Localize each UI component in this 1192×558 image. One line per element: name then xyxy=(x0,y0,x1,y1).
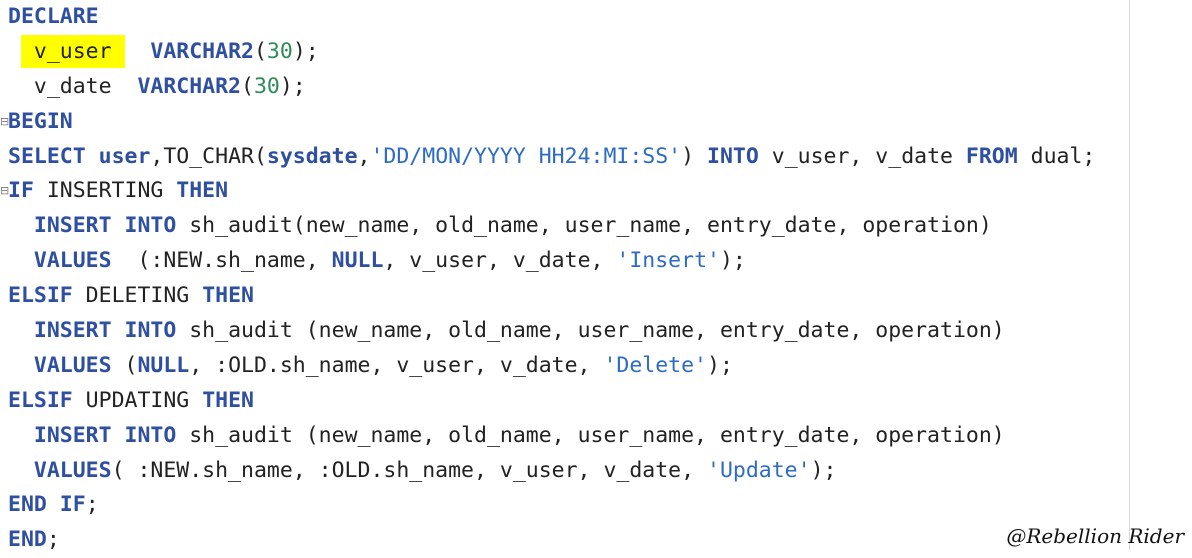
keyword-token: VARCHAR2 xyxy=(150,38,254,64)
keyword-token: INSERT xyxy=(33,213,112,239)
code-token: , :OLD.sh_name, v_user, v_date, xyxy=(189,352,604,378)
code-token: ); xyxy=(810,457,837,483)
keyword-token: INSERT xyxy=(33,318,112,344)
code-token: , v_user, v_date, xyxy=(383,248,617,274)
keyword-token: BEGIN xyxy=(8,108,73,134)
code-token: ) xyxy=(681,143,708,169)
code-token: ; xyxy=(85,492,99,518)
code-line[interactable]: ⊟ BEGIN xyxy=(0,105,1095,140)
keyword-token: sysdate xyxy=(266,143,358,169)
right-margin-line xyxy=(1129,0,1130,550)
string-token: 'Update' xyxy=(707,457,811,483)
keyword-token: IF xyxy=(8,178,34,204)
code-line[interactable]: ELSIF DELETING THEN xyxy=(8,279,1095,314)
code-line[interactable]: VALUES (NULL, :OLD.sh_name, v_user, v_da… xyxy=(8,349,1095,384)
keyword-token: FROM xyxy=(965,143,1018,169)
code-editor[interactable]: DECLARE v_user VARCHAR2(30); v_date VARC… xyxy=(0,0,1192,552)
code-token: v_date xyxy=(8,73,138,99)
code-token: sh_audit (new_name, old_name, user_name,… xyxy=(176,318,1005,344)
keyword-token: VALUES xyxy=(33,457,112,483)
keyword-token: INTO xyxy=(124,422,177,448)
code-token: DELETING xyxy=(72,283,203,309)
code-token: ( xyxy=(241,73,254,99)
code-token: ); xyxy=(719,248,746,274)
code-line[interactable]: VALUES( :NEW.sh_name, :OLD.sh_name, v_us… xyxy=(8,454,1095,489)
code-token: dual; xyxy=(1017,143,1096,169)
string-token: 'DD/MON/YYYY HH24:MI:SS' xyxy=(370,143,682,169)
keyword-token: user xyxy=(98,143,151,169)
keyword-token: INTO xyxy=(707,143,759,169)
code-line[interactable]: DECLARE xyxy=(8,0,1095,35)
keyword-token: THEN xyxy=(202,283,254,309)
code-line[interactable]: v_user VARCHAR2(30); xyxy=(8,34,1095,70)
keyword-token: NULL xyxy=(137,352,190,378)
code-line[interactable]: VALUES (:NEW.sh_name, NULL, v_user, v_da… xyxy=(8,244,1095,279)
keyword-token: INTO xyxy=(124,213,177,239)
number-token: 30 xyxy=(253,73,280,99)
highlighted-token: v_user xyxy=(20,34,125,68)
keyword-token: INSERT xyxy=(33,422,112,448)
keyword-token: VARCHAR2 xyxy=(137,73,242,99)
watermark: @Rebellion Rider xyxy=(1006,524,1184,548)
keyword-token: ELSIF xyxy=(8,387,73,413)
keyword-token: VALUES xyxy=(33,248,112,274)
code-line[interactable]: INSERT INTO sh_audit (new_name, old_name… xyxy=(8,419,1095,454)
code-line[interactable]: v_date VARCHAR2(30); xyxy=(8,70,1095,105)
code-token: sh_audit(new_name, old_name, user_name, … xyxy=(176,213,992,239)
code-line[interactable]: END IF; xyxy=(8,488,1095,523)
fold-toggle-icon[interactable]: ⊟ xyxy=(0,174,9,209)
code-token: ; xyxy=(46,527,60,553)
keyword-token: NULL xyxy=(331,248,384,274)
code-token: ,TO_CHAR( xyxy=(150,143,267,169)
code-line[interactable]: INSERT INTO sh_audit(new_name, old_name,… xyxy=(8,209,1095,244)
keyword-token: DECLARE xyxy=(8,4,99,29)
keyword-token: SELECT xyxy=(8,143,86,169)
keyword-token: END xyxy=(8,492,47,518)
code-area[interactable]: DECLARE v_user VARCHAR2(30); v_date VARC… xyxy=(0,0,1095,558)
string-token: 'Delete' xyxy=(603,352,708,378)
code-token: ); xyxy=(292,38,319,64)
string-token: 'Insert' xyxy=(616,248,720,274)
keyword-token: IF xyxy=(59,492,86,518)
code-token: ); xyxy=(707,352,733,378)
code-token: (:NEW.sh_name, xyxy=(111,248,332,274)
keyword-token: END xyxy=(8,527,47,553)
keyword-token: THEN xyxy=(202,387,254,413)
code-token: sh_audit (new_name, old_name, user_name,… xyxy=(176,422,1005,448)
code-token: ( xyxy=(253,38,267,64)
code-token: v_user, v_date xyxy=(758,143,966,169)
number-token: 30 xyxy=(266,38,293,64)
code-token: ( :NEW.sh_name, :OLD.sh_name, v_user, v_… xyxy=(111,457,707,483)
code-line[interactable]: ⊟ IF INSERTING THEN xyxy=(0,174,1095,209)
fold-toggle-icon[interactable]: ⊟ xyxy=(0,105,9,140)
code-line[interactable]: INSERT INTO sh_audit (new_name, old_name… xyxy=(8,314,1095,349)
code-line[interactable]: ELSIF UPDATING THEN xyxy=(8,384,1095,419)
keyword-token: INTO xyxy=(124,318,177,344)
keyword-token: THEN xyxy=(176,178,229,204)
keyword-token: ELSIF xyxy=(8,283,73,309)
code-token: ( xyxy=(111,352,138,378)
keyword-token: VALUES xyxy=(33,352,112,378)
code-token: ); xyxy=(279,73,306,99)
code-token: , xyxy=(357,143,371,169)
code-line[interactable]: END; xyxy=(8,523,1095,558)
code-token: UPDATING xyxy=(72,387,203,413)
code-line[interactable]: SELECT user,TO_CHAR(sysdate,'DD/MON/YYYY… xyxy=(8,140,1095,175)
code-token: INSERTING xyxy=(33,178,177,204)
